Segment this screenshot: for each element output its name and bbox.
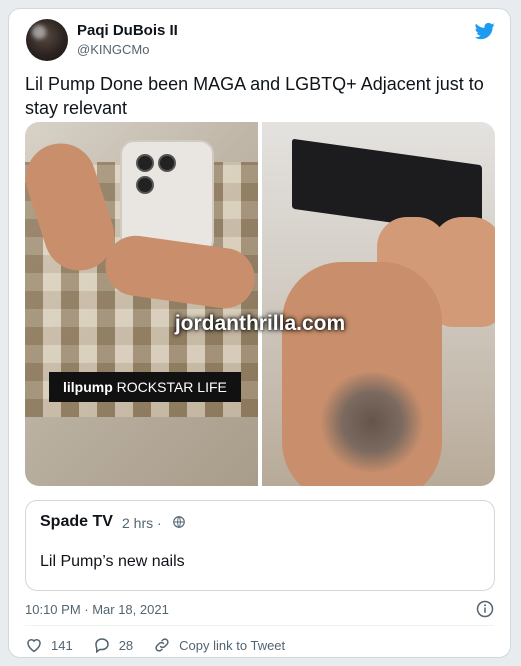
link-icon (155, 638, 169, 652)
globe-icon (173, 516, 185, 528)
tweet-timestamp[interactable]: 10:10 PM · Mar 18, 2021 (25, 602, 169, 617)
quoted-text: Lil Pump’s new nails (40, 553, 185, 570)
reply-icon (94, 638, 109, 654)
divider (25, 625, 494, 626)
author-name[interactable]: Paqi DuBois II (77, 22, 178, 39)
quoted-time: 2 hrs · (122, 515, 162, 531)
reply-count: 28 (118, 637, 134, 653)
overlay-caption: lilpump ROCKSTAR LIFE (49, 372, 241, 402)
copy-link-button[interactable]: Copy link to Tweet (153, 636, 285, 654)
author-handle[interactable]: @KINGCMo (77, 42, 149, 57)
quoted-tweet[interactable]: Spade TV 2 hrs · Lil Pump’s new nails (25, 500, 495, 591)
reply-button[interactable]: 28 (93, 636, 133, 654)
info-icon[interactable] (476, 600, 494, 618)
avatar[interactable] (26, 19, 68, 61)
photo-nails-feet[interactable] (262, 122, 495, 486)
heart-icon (27, 639, 41, 653)
tweet-text: Lil Pump Done been MAGA and LGBTQ+ Adjac… (25, 74, 484, 118)
twitter-bird-icon[interactable] (474, 21, 496, 41)
tweet-media[interactable]: lilpump ROCKSTAR LIFE jordanthrilla.com (25, 122, 495, 486)
like-count: 141 (51, 637, 73, 653)
quoted-author[interactable]: Spade TV (40, 513, 113, 531)
watermark: jordanthrilla.com (174, 312, 346, 335)
action-bar: 141 28 Copy link to Tweet (25, 633, 305, 657)
tweet-card: Paqi DuBois II @KINGCMo Lil Pump Done be… (8, 8, 511, 658)
photo-phone-selfie[interactable]: lilpump ROCKSTAR LIFE (25, 122, 259, 486)
like-button[interactable]: 141 (25, 636, 73, 654)
copy-link-label: Copy link to Tweet (179, 637, 286, 653)
